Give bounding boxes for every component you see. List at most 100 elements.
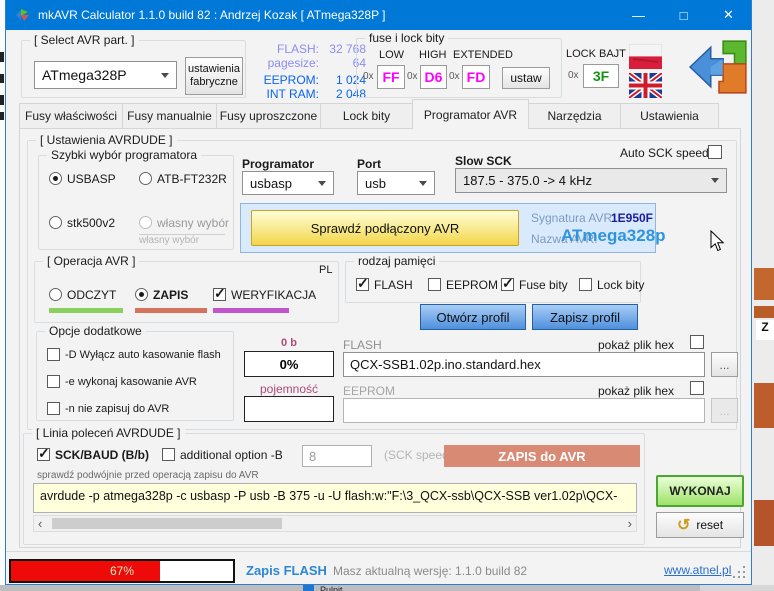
tab-fusy-manualnie[interactable]: Fusy manualnie xyxy=(122,103,217,129)
radio-read-label: ODCZYT xyxy=(67,288,116,302)
avr-check-panel: Sprawdź podłączony AVR Sygnatura AVR: 1E… xyxy=(240,203,656,253)
open-profile-button[interactable]: Otwórz profil xyxy=(420,304,526,330)
polish-flag[interactable] xyxy=(629,44,662,69)
chevron-down-icon xyxy=(419,181,427,186)
fuse-high-field[interactable]: D6 xyxy=(420,65,447,89)
avr-part-select[interactable]: ATmega328P xyxy=(34,61,177,89)
save-profile-button[interactable]: Zapisz profil xyxy=(532,304,638,330)
verify-checkbox[interactable] xyxy=(213,288,226,301)
read-underline xyxy=(49,308,123,313)
background-text-fragment: Z xyxy=(756,320,774,340)
desktop-item-label: Pulpit xyxy=(320,585,343,591)
eeprom-browse-button[interactable]: ... xyxy=(711,398,738,423)
progress-bar-text: 67% xyxy=(11,561,233,581)
radio-stk500v2-label: stk500v2 xyxy=(67,216,115,230)
lock-byte-field[interactable]: 3F xyxy=(583,64,619,88)
scrollbar-thumb[interactable] xyxy=(52,518,282,529)
radio-stk500v2[interactable] xyxy=(49,216,62,229)
progress-bar: 67% xyxy=(9,559,235,583)
scroll-left-icon[interactable]: ‹ xyxy=(38,516,42,531)
radio-custom-label: własny wybór xyxy=(157,216,229,230)
radio-write[interactable] xyxy=(135,288,148,301)
minimize-button[interactable]: — xyxy=(616,0,661,30)
quick-select-group: Szybki wybór programatora USBASP ATB-FT2… xyxy=(38,155,234,250)
close-button[interactable]: ✕ xyxy=(706,0,751,30)
select-avr-group-label: [ Select AVR part. ] xyxy=(30,33,139,47)
chevron-down-icon xyxy=(711,178,719,183)
flash-file-field[interactable]: QCX-SSB1.02p.ino.standard.hex xyxy=(343,352,705,377)
background-block xyxy=(754,306,774,318)
eeprom-file-field[interactable] xyxy=(343,398,705,423)
atnel-link[interactable]: www.atnel.pl xyxy=(664,563,731,577)
intram-label: INT RAM: xyxy=(249,87,319,101)
verify-underline xyxy=(213,308,289,313)
eeprom-show-hex-checkbox[interactable] xyxy=(690,381,704,395)
tab-fusy-wlasciwosci[interactable]: Fusy właściwości xyxy=(19,103,123,129)
flash-checkbox[interactable] xyxy=(356,278,369,291)
sck-baud-label: SCK/BAUD (B/b) xyxy=(55,448,149,462)
command-scrollbar[interactable]: ‹ › xyxy=(33,515,637,532)
fuse-bits-checkbox-label: Fuse bity xyxy=(519,278,568,292)
sck-baud-checkbox[interactable] xyxy=(37,448,50,461)
tab-lock-bity[interactable]: Lock bity xyxy=(320,103,413,129)
tab-fusy-uproszczone[interactable]: Fusy uproszczone xyxy=(216,103,321,129)
eeprom-info-label: EEPROM: xyxy=(249,73,319,87)
english-flag[interactable] xyxy=(629,73,662,98)
eeprom-checkbox[interactable] xyxy=(428,278,441,291)
fuse-extended-field[interactable]: FD xyxy=(462,65,490,89)
mkavr-logo xyxy=(688,36,750,98)
reset-button-label: reset xyxy=(696,518,723,532)
tab-ustawienia[interactable]: Ustawienia xyxy=(620,103,719,129)
radio-custom[interactable] xyxy=(139,216,152,229)
programmer-select[interactable]: usbasp xyxy=(242,171,334,195)
reset-button[interactable]: ↺ reset xyxy=(656,512,744,538)
background-text-fragment xyxy=(0,74,4,83)
hex-prefix: 0x xyxy=(407,71,418,82)
bytes-label: 0 b xyxy=(244,337,334,349)
resize-grip[interactable] xyxy=(743,576,745,578)
auto-sck-checkbox[interactable] xyxy=(708,145,722,159)
operation-group-label: [ Operacja AVR ] xyxy=(43,254,139,268)
lock-bits-checkbox[interactable] xyxy=(579,278,592,291)
additional-option-checkbox[interactable] xyxy=(162,448,175,461)
flash-show-hex-checkbox[interactable] xyxy=(690,335,704,349)
fuse-low-field[interactable]: FF xyxy=(377,65,405,89)
background-text-fragment xyxy=(0,95,4,105)
option-n-checkbox[interactable] xyxy=(47,402,60,415)
fuse-lock-group: fuse i lock bity LOW HIGH EXTENDED 0x FF… xyxy=(356,38,562,98)
slow-sck-label: Slow SCK xyxy=(455,154,512,168)
option-d-checkbox[interactable] xyxy=(47,348,60,361)
flash-browse-button[interactable]: ... xyxy=(711,352,738,377)
port-value: usb xyxy=(365,176,386,191)
memory-kind-group: rodzaj pamięci FLASH EEPROM Fuse bity Lo… xyxy=(345,261,641,303)
operation-group: [ Operacja AVR ] PL ODCZYT ZAPIS WERYFIK… xyxy=(34,261,339,323)
port-select[interactable]: usb xyxy=(357,171,435,195)
hex-prefix: 0x xyxy=(363,71,374,82)
percent-box: 0% xyxy=(244,351,334,377)
command-textarea[interactable]: avrdude -p atmega328p -c usbasp -P usb -… xyxy=(33,483,637,513)
b-value-field[interactable]: 8 xyxy=(302,445,372,467)
slow-sck-value: 187.5 - 375.0 -> 4 kHz xyxy=(463,173,592,188)
maximize-button[interactable]: □ xyxy=(661,0,706,30)
verify-checkbox-label: WERYFIKACJA xyxy=(231,288,316,302)
radio-read[interactable] xyxy=(49,288,62,301)
background-block xyxy=(700,585,774,591)
extra-options-group: Opcje dodatkowe -D Wyłącz auto kasowanie… xyxy=(36,331,234,421)
scroll-right-icon[interactable]: › xyxy=(628,516,632,531)
radio-usbasp[interactable] xyxy=(49,172,62,185)
avr-name-value: ATmega328p xyxy=(561,226,653,246)
fuse-lock-group-label: fuse i lock bity xyxy=(365,31,448,45)
background-text-fragment xyxy=(0,52,4,62)
set-fuses-button[interactable]: ustaw xyxy=(502,67,550,89)
radio-atb-ft232r[interactable] xyxy=(139,172,152,185)
slow-sck-select[interactable]: 187.5 - 375.0 -> 4 kHz xyxy=(455,168,727,193)
factory-settings-button[interactable]: ustawienia fabryczne xyxy=(185,57,243,95)
option-e-checkbox[interactable] xyxy=(47,375,60,388)
tab-programator-avr[interactable]: Programator AVR xyxy=(412,99,529,129)
fuse-bits-checkbox[interactable] xyxy=(501,278,514,291)
eeprom-file-label: EEPROM xyxy=(343,384,395,398)
execute-button[interactable]: WYKONAJ xyxy=(656,475,744,507)
statusbar: 67% Zapis FLASH Masz aktualną wersję: 1.… xyxy=(6,551,751,584)
check-avr-button[interactable]: Sprawdź podłączony AVR xyxy=(251,210,519,246)
tab-narzedzia[interactable]: Narzędzia xyxy=(528,103,621,129)
